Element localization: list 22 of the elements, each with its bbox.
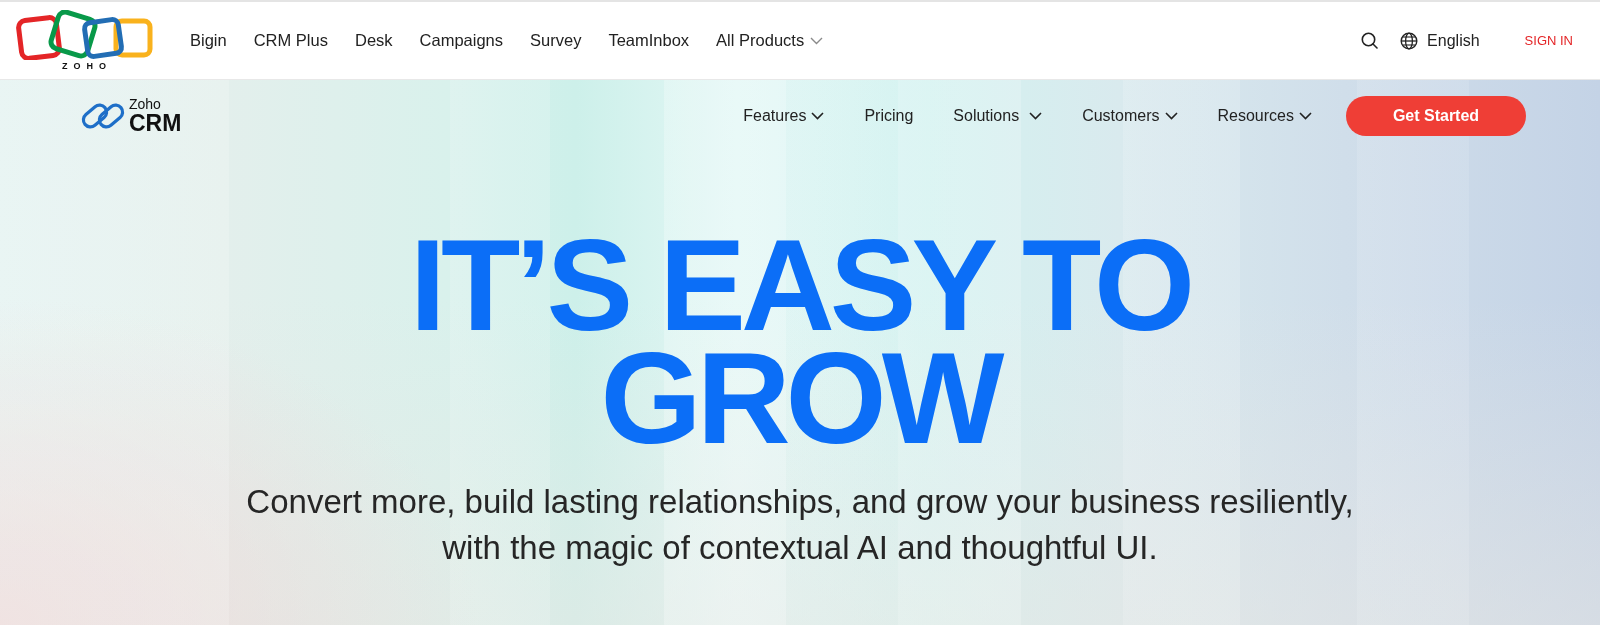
nav-link[interactable]: Features bbox=[743, 107, 825, 125]
product-link[interactable]: Survey bbox=[530, 31, 582, 50]
nav-link[interactable]: Customers bbox=[1082, 107, 1178, 125]
get-started-button[interactable]: Get Started bbox=[1346, 96, 1526, 136]
crm-logo[interactable]: Zoho CRM bbox=[80, 97, 182, 135]
product-link[interactable]: CRM Plus bbox=[253, 31, 328, 50]
globe-icon bbox=[1400, 31, 1419, 50]
hero-headline: IT’S EASY TO GROW bbox=[408, 229, 1192, 455]
sign-in-link[interactable]: SIGN IN bbox=[1524, 33, 1573, 48]
nav-link[interactable]: Resources bbox=[1217, 107, 1312, 125]
nav-link[interactable]: Solutions bbox=[953, 107, 1043, 125]
product-link[interactable]: Bigin bbox=[190, 31, 227, 50]
language-selector[interactable]: English bbox=[1400, 31, 1480, 50]
product-link[interactable]: TeamInbox bbox=[608, 31, 690, 50]
product-link[interactable]: Desk bbox=[354, 31, 393, 50]
hero-subtitle: Convert more, build lasting relationships, and grow your business resiliently, with the magic of contextual AI and thoughtful UI. bbox=[245, 482, 1355, 568]
search-icon[interactable] bbox=[1361, 32, 1379, 49]
logo-link[interactable]: ZOHO bbox=[14, 10, 154, 71]
nav-link[interactable]: Pricing bbox=[864, 107, 914, 125]
product-link[interactable]: All Products bbox=[716, 31, 824, 50]
four-squares-icon bbox=[14, 10, 154, 60]
product-link[interactable]: Campaigns bbox=[419, 31, 504, 50]
